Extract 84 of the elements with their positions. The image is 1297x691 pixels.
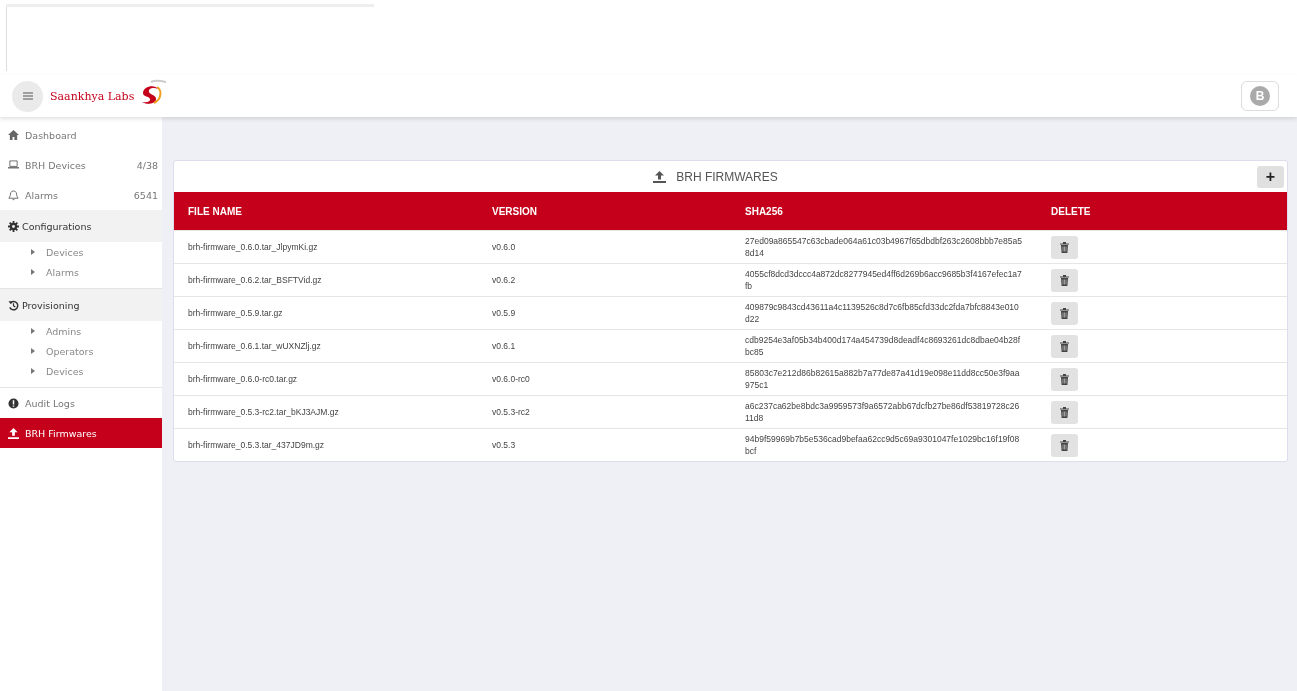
card-title: BRH FIRMWARES	[676, 169, 778, 184]
nav-label: Operators	[46, 345, 94, 357]
caret-icon	[31, 328, 35, 334]
column-header: DELETE	[1037, 192, 1287, 231]
delete-button[interactable]	[1051, 400, 1078, 424]
caret-icon	[31, 249, 35, 255]
delete-button[interactable]	[1051, 367, 1078, 391]
delete-button[interactable]	[1051, 268, 1078, 292]
sidebar-item[interactable]: Dashboard	[0, 120, 162, 150]
table-cell: v0.6.0-rc0	[478, 362, 731, 396]
sidebar-subitem[interactable]: Devices	[0, 242, 162, 262]
table-cell: v0.5.3	[478, 428, 731, 461]
menu-icon	[22, 92, 33, 100]
history-icon	[8, 299, 19, 311]
column-header: SHA256	[731, 192, 1037, 231]
trash-icon	[1060, 406, 1069, 418]
trash-icon	[1060, 373, 1069, 385]
table-cell: brh-firmware_0.6.0-rc0.tar.gz	[174, 362, 478, 396]
delete-button[interactable]	[1051, 334, 1078, 358]
sidebar-item[interactable]: BRH Devices 4/38	[0, 150, 162, 180]
delete-button[interactable]	[1051, 235, 1078, 259]
sidebar-subitem[interactable]: Devices	[0, 361, 162, 381]
trash-icon	[1060, 307, 1069, 319]
item-count: 6541	[133, 189, 158, 201]
sidebar-item[interactable]: Audit Logs	[0, 388, 162, 418]
nav-label: Provisioning	[22, 299, 80, 311]
table-cell: brh-firmware_0.6.1.tar_wUXNZlj.gz	[174, 329, 478, 363]
sidebar-item[interactable]: Alarms 6541	[0, 180, 162, 210]
table-cell: 85803c7e212d86b82615a882b7a77de87a41d19e098e11dd8cc50e3f9aa975c1	[731, 362, 1037, 396]
add-button[interactable]: +	[1257, 165, 1284, 188]
delete-button[interactable]	[1051, 301, 1078, 325]
sidebar-section[interactable]: Provisioning	[0, 289, 162, 321]
upload-icon	[653, 170, 667, 183]
table-cell: v0.5.3-rc2	[478, 395, 731, 429]
home-icon	[8, 129, 19, 141]
table-cell: 27ed09a865547c63cbade064a61c03b4967f65dbdbf263c2608bbb7e85a58d14	[731, 230, 1037, 264]
table-cell: brh-firmware_0.6.2.tar_BSFTVid.gz	[174, 263, 478, 297]
nav-label: Audit Logs	[25, 397, 75, 409]
table-cell: brh-firmware_0.5.3.tar_437JD9m.gz	[174, 428, 478, 461]
nav-label: BRH Devices	[25, 159, 86, 171]
column-header: FILE NAME	[174, 192, 478, 231]
table-cell: 94b9f59969b7b5e536cad9befaa62cc9d5c69a9301047fe1029bc16f19f08bcf	[731, 428, 1037, 461]
table-cell: brh-firmware_0.5.3-rc2.tar_bKJ3AJM.gz	[174, 395, 478, 429]
trash-icon	[1060, 340, 1069, 352]
caret-icon	[31, 368, 35, 374]
delete-button[interactable]	[1051, 433, 1078, 457]
nav-label: Alarms	[25, 189, 58, 201]
nav-label: Devices	[46, 246, 84, 258]
table-cell: brh-firmware_0.5.9.tar.gz	[174, 296, 478, 330]
table-cell: v0.6.2	[478, 263, 731, 297]
sidebar-item[interactable]: BRH Firmwares	[0, 418, 162, 448]
nav-label: BRH Firmwares	[25, 427, 97, 439]
nav-label: Admins	[46, 325, 82, 337]
table-cell: v0.6.0	[478, 230, 731, 264]
sidebar-subitem[interactable]: Alarms	[0, 262, 162, 282]
table-cell: cdb9254e3af05b34b400d174a454739d8deadf4c8693261dc8dbae04b28fbc85	[731, 329, 1037, 363]
trash-icon	[1060, 274, 1069, 286]
user-avatar: B	[1250, 86, 1270, 106]
trash-icon	[1060, 241, 1069, 253]
caret-icon	[31, 269, 35, 275]
sidebar-section[interactable]: Configurations	[0, 210, 162, 242]
laptop-icon	[8, 159, 19, 171]
alert-icon	[8, 397, 19, 409]
table-cell: v0.5.9	[478, 296, 731, 330]
item-count: 4/38	[136, 159, 158, 171]
brand-name: Saankhya Labs	[50, 89, 135, 103]
table-cell: v0.6.1	[478, 329, 731, 363]
column-header: VERSION	[478, 192, 731, 231]
nav-label: Alarms	[46, 266, 79, 278]
trash-icon	[1060, 439, 1069, 451]
upload-icon	[8, 427, 19, 439]
table-cell: 4055cf8dcd3dccc4a872dc8277945ed4ff6d269b6acc9685b3f4167efec1a7fb	[731, 263, 1037, 297]
bell-icon	[8, 189, 19, 201]
nav-label: Configurations	[22, 220, 92, 232]
sidebar-subitem[interactable]: Operators	[0, 341, 162, 361]
gear-icon	[8, 220, 19, 232]
nav-label: Devices	[46, 365, 84, 377]
menu-button[interactable]	[12, 80, 43, 112]
caret-icon	[31, 348, 35, 354]
nav-label: Dashboard	[25, 129, 77, 141]
table-cell: brh-firmware_0.6.0.tar_JlpymKi.gz	[174, 230, 478, 264]
table-cell: 409879c9843cd43611a4c1139526c8d7c6fb85cfd33dc2fda7bfc8843e010d22	[731, 296, 1037, 330]
table-cell: a6c237ca62be8bdc3a9959573f9a6572abb67dcfb27be86df53819728c2611d8	[731, 395, 1037, 429]
sidebar-subitem[interactable]: Admins	[0, 321, 162, 341]
